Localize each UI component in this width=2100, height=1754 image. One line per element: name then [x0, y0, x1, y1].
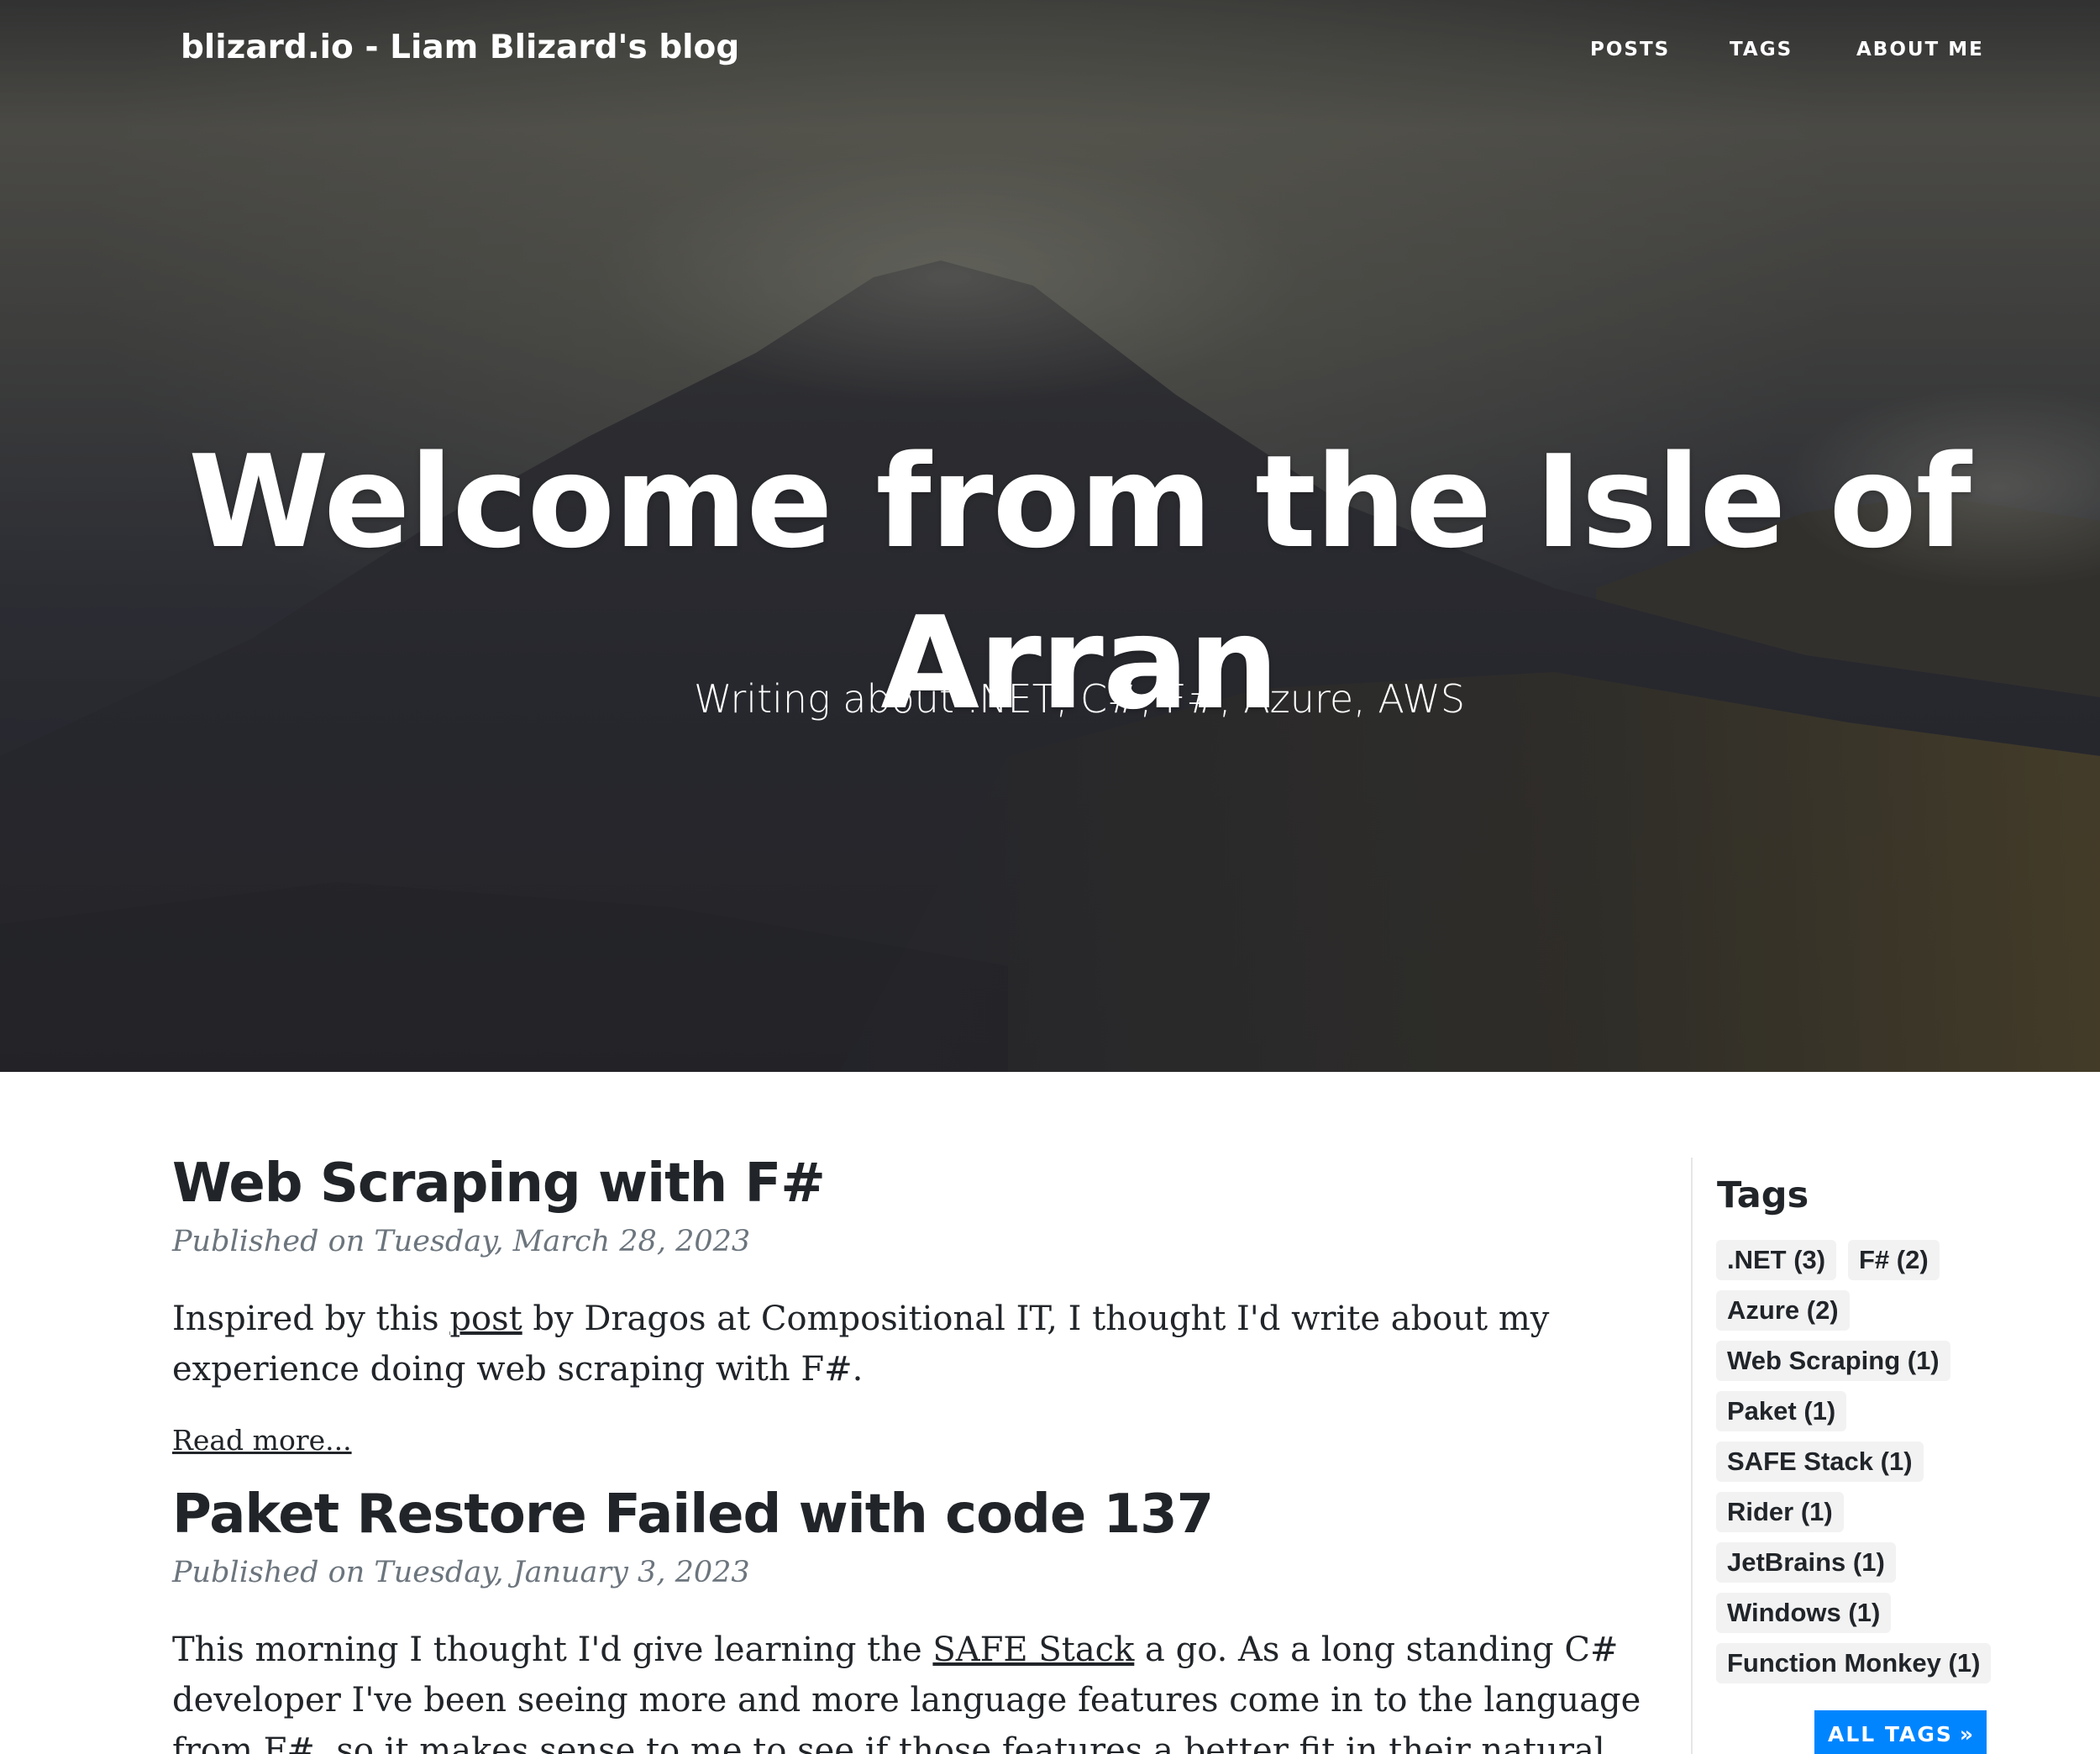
post-title-link[interactable]: Web Scraping with F#: [172, 1153, 826, 1215]
tag-pill-paket[interactable]: Paket (1): [1716, 1391, 1847, 1431]
post-meta: Published on Tuesday, January 3, 2023: [172, 1556, 750, 1589]
nav-posts-link[interactable]: POSTS: [1590, 39, 1670, 60]
sidebar-divider: [1691, 1158, 1693, 1754]
tag-pill-safe-stack[interactable]: SAFE Stack (1): [1716, 1442, 1924, 1482]
tag-pill-windows[interactable]: Windows (1): [1716, 1593, 1892, 1633]
all-tags-label: ALL TAGS: [1827, 1722, 1953, 1746]
tag-pill-function-monkey[interactable]: Function Monkey (1): [1716, 1643, 1992, 1683]
tag-pill-fsharp[interactable]: F# (2): [1848, 1240, 1940, 1280]
all-tags-button[interactable]: ALL TAGS»: [1814, 1710, 1987, 1754]
read-more-link[interactable]: Read more...: [172, 1424, 352, 1457]
tag-pill-rider[interactable]: Rider (1): [1716, 1492, 1844, 1532]
hero-subheading: Writing about .NET, C#, F#, Azure, AWS: [693, 676, 1466, 722]
post-title-link[interactable]: Paket Restore Failed with code 137: [172, 1484, 1214, 1546]
tag-pill-dotnet[interactable]: .NET (3): [1716, 1240, 1837, 1280]
tag-pill-jetbrains[interactable]: JetBrains (1): [1716, 1542, 1896, 1583]
post-excerpt-link[interactable]: post: [449, 1300, 522, 1338]
post-meta: Published on Tuesday, March 28, 2023: [172, 1225, 751, 1258]
double-chevron-right-icon: »: [1959, 1722, 1974, 1746]
hero-heading-line-1: Welcome from the Isle of: [188, 427, 1971, 576]
post-excerpt: Inspired by this post by Dragos at Compo…: [172, 1294, 1651, 1394]
nav-tags-link[interactable]: TAGS: [1730, 39, 1793, 60]
hero-header: blizard.io - Liam Blizard's blog POSTS T…: [0, 0, 2100, 1072]
tag-pill-azure[interactable]: Azure (2): [1716, 1290, 1850, 1331]
tag-pill-web-scraping[interactable]: Web Scraping (1): [1716, 1341, 1950, 1381]
top-navbar: blizard.io - Liam Blizard's blog POSTS T…: [0, 0, 2100, 101]
post-excerpt-link[interactable]: SAFE Stack: [932, 1631, 1134, 1669]
tags-heading: Tags: [1717, 1174, 1809, 1216]
post-excerpt: This morning I thought I'd give learning…: [172, 1625, 1651, 1754]
site-brand-link[interactable]: blizard.io - Liam Blizard's blog: [181, 29, 739, 66]
post-excerpt-text: This morning I thought I'd give learning…: [172, 1631, 933, 1669]
nav-about-me-link[interactable]: ABOUT ME: [1856, 39, 1984, 60]
post-excerpt-text: Inspired by this: [172, 1300, 450, 1338]
